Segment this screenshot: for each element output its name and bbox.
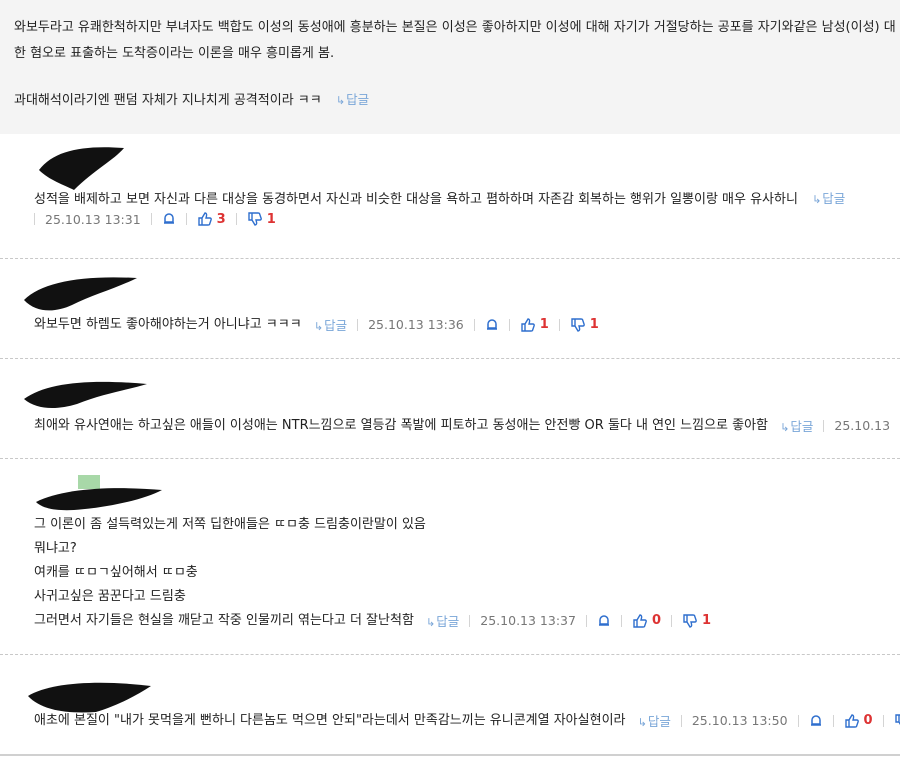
parent-reply-text: 과대해석이라기엔 팬덤 자체가 지나치게 공격적이라 ㅋㅋ: [14, 93, 322, 108]
downvote-button[interactable]: 1: [894, 713, 900, 729]
divider: [469, 614, 471, 627]
comment-divider: [0, 258, 900, 259]
downvote-button[interactable]: 1: [682, 613, 711, 629]
comment-date: 25.10.13 13:31: [45, 211, 141, 227]
divider: [620, 614, 622, 627]
divider: [797, 714, 799, 727]
bell-icon[interactable]: [809, 714, 823, 728]
comment-divider: [0, 358, 900, 359]
reply-arrow-icon: ↳: [812, 193, 822, 206]
reply-arrow-icon: ↳: [780, 421, 790, 434]
upvote-count: 3: [216, 211, 226, 227]
downvote-button[interactable]: 1: [570, 317, 599, 333]
reply-arrow-icon: ↳: [426, 616, 436, 629]
upvote-button[interactable]: 1: [520, 317, 549, 333]
bell-icon[interactable]: [597, 614, 611, 628]
reply-link[interactable]: ↳답글: [336, 92, 369, 107]
divider: [150, 213, 152, 225]
parent-comment-line-1: 와보두라고 유쾌한척하지만 부녀자도 백합도 이성의 동성애에 흥분하는 본질은…: [14, 20, 896, 35]
thumbs-down-icon: [571, 317, 585, 332]
reply-link[interactable]: ↳답글: [812, 191, 845, 206]
comment-divider: [0, 458, 900, 459]
parent-reply-line: 과대해석이라기엔 팬덤 자체가 지나치게 공격적이라 ㅋㅋ ↳답글: [14, 89, 369, 108]
divider: [34, 213, 35, 225]
reply-link[interactable]: ↳답글: [780, 416, 813, 435]
divider: [882, 714, 884, 727]
comment-line: 사귀고싶은 꿈꾼다고 드림충: [34, 589, 186, 604]
comment-text: 그러면서 자기들은 현실을 깨닫고 작중 인물끼리 엮는다고 더 잘난척함 ↳답…: [34, 611, 712, 630]
comment-meta: ↳답글 25.10.13 13:36 1 1: [314, 315, 599, 334]
upvote-count: 0: [651, 613, 661, 628]
reply-arrow-icon: ↳: [335, 94, 346, 107]
downvote-button[interactable]: 1: [247, 211, 276, 227]
thumbs-up-icon: [844, 713, 859, 728]
reply-link[interactable]: ↳답글: [426, 611, 459, 630]
thumbs-down-icon: [683, 613, 697, 628]
reply-arrow-icon: ↳: [313, 320, 324, 333]
thumbs-up-icon: [521, 317, 535, 332]
divider: [508, 318, 510, 331]
reply-arrow-icon: ↳: [637, 716, 647, 729]
downvote-count: 1: [266, 211, 276, 227]
comment-date: 25.10.13 13:37: [480, 613, 576, 628]
comment-date: 25.10.13: [834, 418, 891, 433]
redacted-nickname-scribble: [24, 381, 147, 409]
divider: [832, 714, 834, 727]
comment-meta: 25.10.13 13:31 3 1: [34, 211, 276, 227]
thumbs-up-icon: [633, 613, 647, 628]
comment-line: 여캐를 ㄸㅁㄱ싶어해서 ㄸㅁ충: [34, 565, 198, 580]
divider: [823, 419, 825, 432]
divider: [585, 614, 587, 627]
divider: [671, 614, 672, 627]
bell-icon[interactable]: [485, 318, 499, 332]
comment-date: 25.10.13 13:50: [691, 713, 788, 728]
upvote-count: 1: [539, 317, 549, 332]
bottom-divider: [0, 754, 900, 756]
comment-date: 25.10.13 13:36: [368, 317, 464, 332]
divider: [680, 714, 682, 727]
comment-line: 뭐냐고?: [34, 541, 77, 556]
reply-link[interactable]: ↳답글: [638, 711, 671, 730]
upvote-button[interactable]: 0: [844, 713, 873, 729]
comment-line: 그 이론이 좀 설득력있는게 저쪽 딥한애들은 ㄸㅁ충 드림충이란말이 있음: [34, 517, 426, 532]
divider: [185, 213, 187, 225]
divider: [558, 318, 560, 331]
reply-link[interactable]: ↳답글: [314, 315, 347, 334]
downvote-count: 1: [702, 613, 712, 628]
redacted-nickname-scribble: [36, 488, 162, 511]
comment-divider: [0, 654, 900, 655]
divider: [235, 213, 237, 225]
thumbs-up-icon: [197, 212, 212, 226]
upvote-button[interactable]: 3: [197, 211, 226, 227]
divider: [357, 318, 359, 331]
comment-text: 성적을 배제하고 보면 자신과 다른 대상을 동경하면서 자신과 비슷한 대상을…: [34, 191, 846, 207]
thumbs-down-icon: [248, 212, 262, 226]
comment-text: 애초에 본질이 "내가 못먹을게 뻔하니 다른놈도 먹으면 안되"라는데서 만족…: [34, 709, 900, 730]
comment-meta: ↳답글 25.10.13 13:37 0 1: [426, 611, 711, 630]
comment-text: 와보두면 하렘도 좋아해야하는거 아니냐고 ㅋㅋㅋ ↳답글 25.10.13 1…: [34, 315, 599, 334]
upvote-button[interactable]: 0: [632, 613, 661, 629]
comment-text: 최애와 유사연애는 하고싶은 애들이 이성애는 NTR느낌으로 열등감 폭발에 …: [34, 416, 891, 435]
upvote-count: 0: [863, 713, 873, 728]
bell-icon[interactable]: [162, 212, 176, 226]
downvote-count: 1: [589, 317, 599, 332]
divider: [473, 318, 475, 331]
comment-meta: ↳답글 25.10.13: [780, 416, 890, 435]
comment-meta: ↳답글 25.10.13 13:50 0 1: [638, 711, 900, 730]
thumbs-down-icon: [894, 713, 900, 726]
parent-comment-line-2: 한 혐오로 표출하는 도착증이라는 이론을 매우 흥미롭게 봄.: [14, 46, 335, 61]
